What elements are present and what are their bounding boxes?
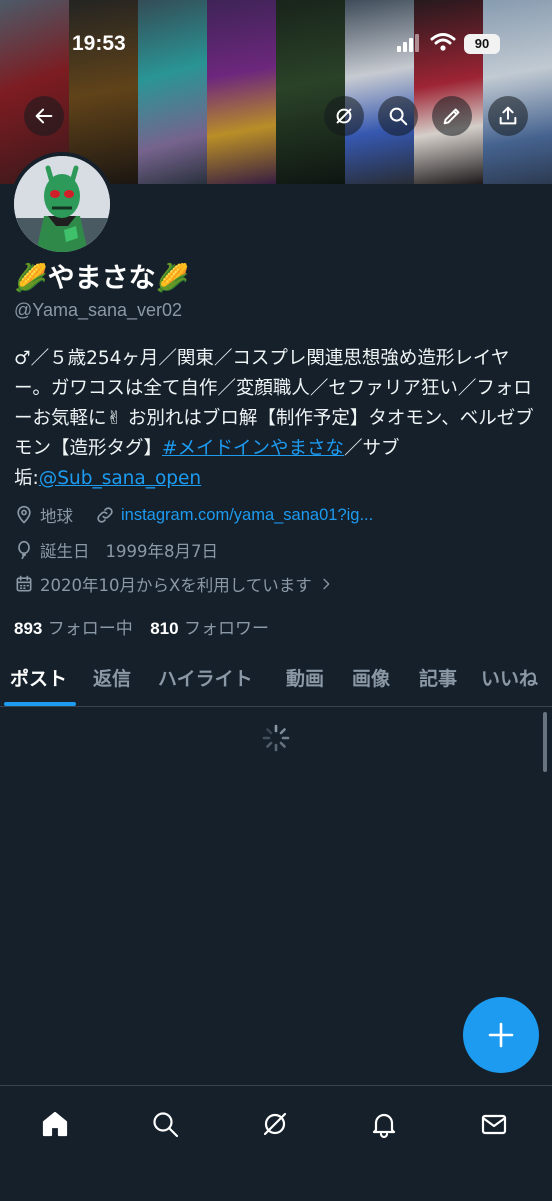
- home-icon: [42, 1111, 68, 1137]
- chevron-right-icon: [323, 578, 330, 590]
- bio-hashtag-link[interactable]: #メイドインやまさな: [162, 438, 344, 459]
- edit-icon: [443, 108, 460, 125]
- profile-name: 🌽やまさな🌽: [14, 263, 190, 294]
- balloon-icon: [18, 540, 30, 560]
- search-icon: [153, 1112, 179, 1138]
- website-link[interactable]: instagram.com/yama_sana01?ig...: [121, 506, 373, 525]
- followers-link[interactable]: 810 フォロワー: [150, 619, 269, 639]
- wifi-icon: [430, 33, 456, 51]
- back-button[interactable]: [24, 96, 64, 136]
- following-link[interactable]: 893 フォロー中: [14, 619, 133, 639]
- grok-icon: [336, 108, 352, 124]
- signal-icon: [397, 34, 421, 52]
- link-icon: [97, 507, 113, 523]
- active-tab-indicator: [4, 702, 76, 706]
- tab-media[interactable]: 画像: [352, 664, 390, 691]
- tab-likes[interactable]: いいね: [481, 664, 538, 691]
- share-icon: [499, 106, 517, 125]
- tab-articles[interactable]: 記事: [419, 664, 457, 691]
- birthday-label: 誕生日: [40, 542, 90, 561]
- search-button[interactable]: [378, 96, 418, 136]
- mail-icon: [481, 1114, 507, 1135]
- avatar-image: [14, 156, 110, 252]
- location-pin-icon: [17, 505, 31, 524]
- nav-notifications[interactable]: [364, 1104, 404, 1144]
- follow-stats: 893 フォロー中 810 フォロワー: [14, 614, 269, 639]
- back-arrow-icon: [35, 108, 53, 124]
- tab-replies[interactable]: 返信: [93, 664, 131, 691]
- tab-posts[interactable]: ポスト: [10, 664, 67, 691]
- edit-button[interactable]: [432, 96, 472, 136]
- following-count: 893: [14, 619, 43, 638]
- scrollbar[interactable]: [543, 712, 547, 772]
- tab-highlights[interactable]: ハイライト: [158, 664, 253, 691]
- birthday-date: 1999年8月7日: [105, 542, 219, 561]
- calendar-icon: [16, 575, 32, 592]
- following-label: フォロー中: [47, 619, 133, 639]
- search-icon: [389, 107, 408, 126]
- followers-label: フォロワー: [183, 619, 269, 639]
- grok-icon: [263, 1112, 287, 1136]
- share-button[interactable]: [488, 96, 528, 136]
- battery-indicator: 90: [464, 34, 500, 54]
- followers-count: 810: [150, 619, 179, 638]
- profile-handle: @Yama_sana_ver02: [14, 300, 183, 320]
- tab-videos[interactable]: 動画: [286, 664, 324, 691]
- joined-row[interactable]: 2020年10月からXを利用しています: [14, 572, 334, 596]
- joined-text: 2020年10月からXを利用しています: [40, 576, 312, 595]
- profile-tabs: ポスト 返信 ハイライト 動画 画像 記事 いいね: [0, 652, 552, 707]
- nav-home[interactable]: [35, 1104, 75, 1144]
- plus-icon: [488, 1022, 514, 1048]
- nav-search[interactable]: [145, 1104, 185, 1144]
- bio-mention-link[interactable]: @Sub_sana_open: [39, 468, 201, 489]
- avatar[interactable]: [10, 152, 114, 256]
- status-bar: 19:53 90: [0, 0, 552, 80]
- nav-messages[interactable]: [474, 1104, 514, 1144]
- grok-button[interactable]: [324, 96, 364, 136]
- loading-spinner-icon: [262, 724, 290, 752]
- status-time: 19:53: [72, 32, 126, 55]
- compose-button[interactable]: [463, 997, 539, 1073]
- nav-grok[interactable]: [255, 1104, 295, 1144]
- bottom-navigation: [0, 1085, 552, 1201]
- location-text: 地球: [40, 507, 73, 526]
- location-row: 地球 instagram.com/yama_sana01?ig...: [14, 503, 373, 527]
- profile-bio: ♂／５歳254ヶ月／関東／コスプレ関連思想強め造形レイヤー。ガワコスは全て自作／…: [14, 344, 540, 494]
- birthday-row: 誕生日 1999年8月7日: [14, 538, 218, 562]
- bell-icon: [372, 1113, 396, 1139]
